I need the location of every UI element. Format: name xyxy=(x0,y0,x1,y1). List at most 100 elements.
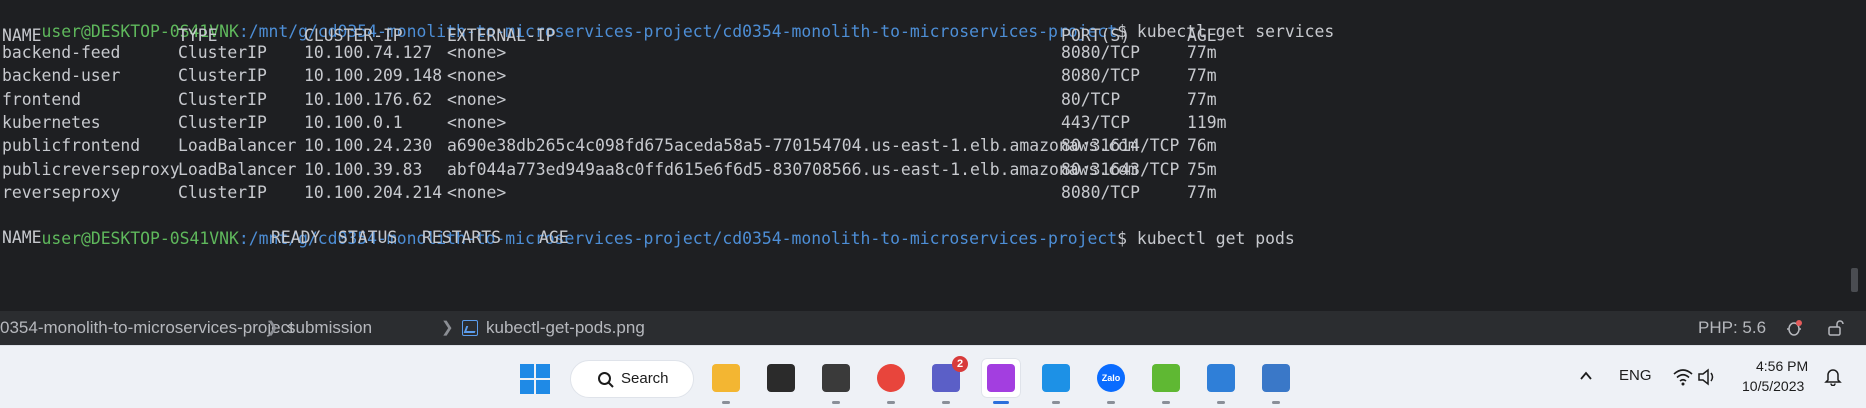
windows-logo-icon xyxy=(520,364,534,378)
breadcrumb-folder[interactable]: submission xyxy=(287,311,372,345)
language-indicator[interactable]: ENG xyxy=(1619,367,1652,384)
service-cell: ClusterIP xyxy=(178,43,267,62)
running-indicator xyxy=(942,401,950,404)
volume-icon[interactable] xyxy=(1697,368,1717,386)
pods-header-row: NAME READY STATUS RESTARTS AGE xyxy=(2,226,802,250)
start-button[interactable] xyxy=(520,364,550,394)
prompt-line: user@DESKTOP-0S41VNK:/mnt/g/cd0354-monol… xyxy=(2,0,1334,41)
service-cell: <none> xyxy=(447,66,507,86)
service-cell: 10.100.74.127 xyxy=(304,43,433,62)
service-cell: backend-feed xyxy=(2,43,121,62)
taskbar-app-terminal[interactable] xyxy=(816,358,856,404)
service-row: reverseproxy ClusterIP 10.100.204.214 <none… xyxy=(2,181,1602,205)
running-indicator xyxy=(1107,401,1115,404)
service-row: backend-feed ClusterIP 10.100.74.127 <none>… xyxy=(2,41,1602,65)
taskbar-app-phpstorm[interactable] xyxy=(981,358,1021,404)
file-explorer-icon xyxy=(712,364,740,392)
command-prompt-icon xyxy=(767,364,795,392)
service-cell: <none> xyxy=(447,112,507,132)
prompt-symbol: $ xyxy=(1117,229,1127,248)
service-cell: 80:31614/TCP xyxy=(1061,136,1180,156)
column-header: RESTARTS xyxy=(422,228,501,247)
remote-desktop-icon xyxy=(1152,364,1180,392)
breadcrumb-file[interactable]: kubectl-get-pods.png xyxy=(486,311,645,345)
bug-icon[interactable] xyxy=(1785,319,1803,337)
running-indicator xyxy=(1272,401,1280,404)
service-cell: publicfrontend xyxy=(2,136,141,156)
service-row: frontend ClusterIP 10.100.176.62 <none> 80/T… xyxy=(2,88,1602,112)
taskbar-app-notepad[interactable] xyxy=(1201,358,1241,404)
column-header: AGE xyxy=(539,228,569,247)
service-cell: 80/TCP xyxy=(1061,89,1121,109)
chevron-up-icon[interactable] xyxy=(1578,368,1594,384)
running-indicator xyxy=(993,401,1009,404)
service-cell: 443/TCP xyxy=(1061,112,1131,132)
running-indicator xyxy=(1162,401,1170,404)
service-cell: ClusterIP xyxy=(178,89,267,109)
service-cell: reverseproxy xyxy=(2,182,121,202)
wifi-icon[interactable] xyxy=(1673,368,1693,386)
service-cell: 77m xyxy=(1187,182,1217,202)
service-cell: 10.100.209.148 xyxy=(304,66,443,86)
terminal-icon xyxy=(822,364,850,392)
image-file-icon xyxy=(462,320,478,336)
service-cell: ClusterIP xyxy=(178,182,267,202)
service-cell: LoadBalancer xyxy=(178,136,297,156)
taskbar-app-chrome[interactable] xyxy=(871,358,911,404)
taskbar-app-docker[interactable] xyxy=(1036,358,1076,404)
service-cell: 77m xyxy=(1187,66,1217,86)
taskbar-app-teams[interactable]: 2 xyxy=(926,356,968,404)
service-cell: backend-user xyxy=(2,66,121,86)
phpstorm-icon xyxy=(987,364,1015,392)
service-row: publicfrontend LoadBalancer 10.100.24.230 a… xyxy=(2,134,1602,158)
service-cell: publicreverseproxy xyxy=(2,159,180,179)
service-cell: ClusterIP xyxy=(178,66,267,86)
clock-date[interactable]: 10/5/2023 xyxy=(1742,378,1804,394)
service-cell: 77m xyxy=(1187,43,1217,62)
service-cell: a690e38db265c4c098fd675aceda58a5-7701547… xyxy=(447,136,1138,156)
windows-logo-icon xyxy=(520,380,534,394)
terminal-scrollbar[interactable] xyxy=(1851,268,1858,292)
unlock-icon[interactable] xyxy=(1827,319,1845,337)
running-indicator xyxy=(832,401,840,404)
running-indicator xyxy=(722,401,730,404)
navigation-bar: 0354-monolith-to-microservices-project ❯… xyxy=(0,311,1866,345)
chevron-right-icon: ❯ xyxy=(441,319,454,336)
notification-badge: 2 xyxy=(952,356,968,372)
column-header: STATUS xyxy=(338,228,398,247)
command-text: kubectl get pods xyxy=(1127,229,1295,248)
service-cell: <none> xyxy=(447,89,507,109)
docker-icon xyxy=(1042,364,1070,392)
clock-time[interactable]: 4:56 PM xyxy=(1756,358,1808,374)
taskbar: Search 2 Zalo ENG 4:56 PM 10/5/2023 xyxy=(0,345,1866,408)
service-cell: 10.100.24.230 xyxy=(304,136,433,156)
running-indicator xyxy=(1052,401,1060,404)
network-tool-icon xyxy=(1262,364,1290,392)
service-cell: 10.100.39.83 xyxy=(304,159,423,179)
taskbar-app-network-tool[interactable] xyxy=(1256,358,1296,404)
windows-logo-icon xyxy=(536,380,550,394)
service-cell: 77m xyxy=(1187,89,1217,109)
service-cell: kubernetes xyxy=(2,112,101,132)
service-cell: 10.100.0.1 xyxy=(304,112,403,132)
service-cell: 8080/TCP xyxy=(1061,182,1140,202)
service-cell: 10.100.176.62 xyxy=(304,89,433,109)
breadcrumb-project[interactable]: 0354-monolith-to-microservices-project xyxy=(0,311,294,345)
notification-bell-icon[interactable] xyxy=(1823,366,1843,386)
taskbar-app-command-prompt[interactable] xyxy=(761,358,801,398)
taskbar-app-remote-desktop[interactable] xyxy=(1146,358,1186,404)
taskbar-app-file-explorer[interactable] xyxy=(706,358,746,404)
search-icon xyxy=(598,372,614,388)
service-cell: <none> xyxy=(447,182,507,202)
service-row: publicreverseproxy LoadBalancer 10.100.39.… xyxy=(2,158,1602,182)
chrome-icon xyxy=(877,364,905,392)
php-version-indicator[interactable]: PHP: 5.6 xyxy=(1698,311,1766,345)
service-cell: 119m xyxy=(1187,112,1227,132)
taskbar-app-zalo[interactable]: Zalo xyxy=(1091,358,1131,404)
terminal-panel[interactable]: user@DESKTOP-0S41VNK:/mnt/g/cd0354-monol… xyxy=(0,0,1866,296)
service-cell: 76m xyxy=(1187,136,1217,156)
running-indicator xyxy=(1217,401,1225,404)
notepad-icon xyxy=(1207,364,1235,392)
taskbar-search[interactable]: Search xyxy=(570,360,694,398)
zalo-label: Zalo xyxy=(1101,373,1121,383)
